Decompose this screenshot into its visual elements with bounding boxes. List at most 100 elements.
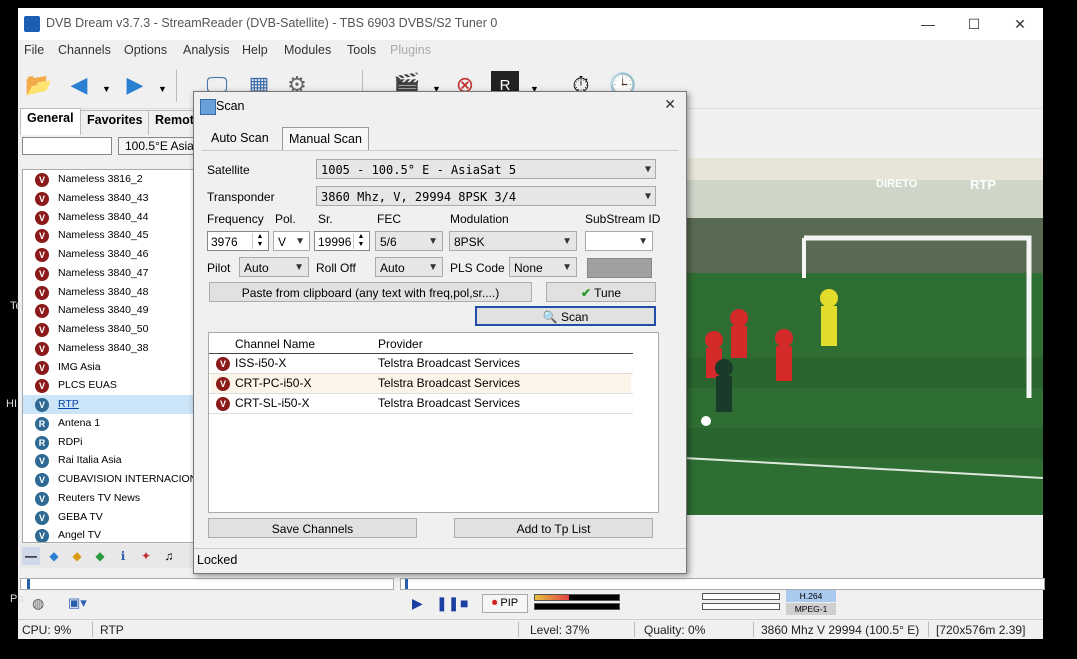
tab-auto-scan[interactable]: Auto Scan [205,127,275,149]
stop-icon[interactable]: ■ [460,595,468,611]
channel-list-item[interactable]: V Nameless 3840_46 [23,245,197,264]
tune-button[interactable]: ✔ Tune [546,282,656,302]
scan-result-row[interactable]: V CRT-SL-i50-X Telstra Broadcast Services [211,394,631,413]
diamond-orange-icon[interactable]: ◆ [68,547,86,565]
channel-list-item[interactable]: V Angel TV [23,526,197,542]
symbol-rate-stepper[interactable]: 19996 ▲ ▼ [314,231,370,251]
save-channels-button[interactable]: Save Channels [208,518,417,538]
seek-bar-left[interactable] [20,578,394,590]
menu-options[interactable]: Options [124,43,167,57]
channel-name: Nameless 3840_50 [58,323,149,335]
scan-dialog-close-button[interactable]: ✕ [664,96,676,113]
column-header-provider[interactable]: Provider [378,337,423,351]
music-icon[interactable]: ♫ [160,547,178,565]
channel-list[interactable]: V Nameless 3816_2 V Nameless 3840_43 V Namele… [22,169,198,543]
tab-favorites[interactable]: Favorites [80,110,150,135]
tv-channel-icon: V [35,341,49,356]
channel-list-item[interactable]: V Nameless 3840_43 [23,189,197,208]
info-icon[interactable]: ℹ [114,547,132,565]
pip-button[interactable]: ⏺ PIP [482,594,528,613]
modulation-select[interactable]: 8PSK ▼ [449,231,577,251]
scan-button[interactable]: 🔍 Scan [475,306,656,326]
seek-handle[interactable] [405,579,408,589]
channel-list-item[interactable]: V Nameless 3840_44 [23,208,197,227]
pls-value: None [514,261,543,275]
menu-tools[interactable]: Tools [347,43,376,57]
column-header-channel-name[interactable]: Channel Name [235,337,315,351]
pause-icon[interactable]: ❚❚ [436,595,459,612]
channel-list-item[interactable]: V Nameless 3840_45 [23,226,197,245]
stepper-arrows-icon[interactable]: ▲ ▼ [252,233,267,249]
channel-list-item[interactable]: V PLCS EUAS [23,376,197,395]
pls-value-field[interactable] [587,258,652,278]
channel-search-input[interactable] [22,137,112,155]
status-separator [92,622,93,637]
channel-name: Nameless 3840_48 [58,285,149,298]
substream-select[interactable]: ▼ [585,231,653,251]
paste-from-clipboard-button[interactable]: Paste from clipboard (any text with freq… [209,282,532,302]
rolloff-select[interactable]: Auto ▼ [375,257,443,277]
close-button[interactable]: ✕ [997,8,1043,40]
minimize-button[interactable]: — [905,8,951,40]
toolbar-separator [176,70,177,102]
collapse-icon[interactable]: — [22,547,40,565]
pls-code-select[interactable]: None ▼ [509,257,577,277]
back-icon[interactable]: ◀ [62,68,96,102]
tag-icon[interactable]: ✦ [137,547,155,565]
satellite-select[interactable]: 1005 - 100.5° E - AsiaSat 5 ▼ [316,159,656,179]
play-icon[interactable]: ▶ [412,595,423,612]
channel-list-item[interactable]: V GEBA TV [23,508,197,527]
channel-list-item[interactable]: R Antena 1 [23,414,197,433]
channel-list-item[interactable]: R RDPi [23,433,197,452]
menu-channels[interactable]: Channels [58,43,111,57]
menu-file[interactable]: File [24,43,44,57]
forward-dropdown-icon[interactable]: ▼ [158,84,167,94]
scan-result-row[interactable]: V CRT-PC-i50-X Telstra Broadcast Services [211,374,631,393]
stepper-arrows-icon[interactable]: ▲ ▼ [353,233,368,249]
polarization-select[interactable]: V ▼ [273,231,310,251]
menu-plugins[interactable]: Plugins [390,43,431,57]
menu-help[interactable]: Help [242,43,268,57]
channel-list-item[interactable]: V Reuters TV News [23,489,197,508]
back-dropdown-icon[interactable]: ▼ [102,84,111,94]
channel-name: Nameless 3840_47 [58,266,149,279]
rolloff-label: Roll Off [316,261,356,275]
channel-name: Nameless 3840_46 [58,248,149,260]
diamond-blue-icon[interactable]: ◆ [45,547,63,565]
tab-manual-scan[interactable]: Manual Scan [282,127,369,151]
background-text-fragment: Te [10,300,22,312]
frequency-stepper[interactable]: 3976 ▲ ▼ [207,231,269,251]
channel-list-item[interactable]: V Nameless 3816_2 [23,170,197,189]
channel-list-item[interactable]: V IMG Asia [23,358,197,377]
scan-results-list[interactable]: Channel Name Provider V ISS-i50-X Telstra … [208,332,659,513]
status-bar: CPU: 9% RTP Level: 37% Quality: 0% 3860 … [18,619,1043,639]
channel-list-item[interactable]: V RTP [23,395,197,414]
channel-list-item[interactable]: V Nameless 3840_38 [23,339,197,358]
seek-bar-right[interactable] [400,578,1045,590]
menu-modules[interactable]: Modules [284,43,331,57]
channel-list-item[interactable]: V Nameless 3840_48 [23,283,197,302]
channel-list-item[interactable]: V CUBAVISION INTERNACIONAL [23,470,197,489]
tab-general[interactable]: General [20,108,81,135]
channel-name: Reuters TV News [58,491,141,504]
maximize-button[interactable]: ☐ [951,8,997,40]
channel-list-item[interactable]: V Nameless 3840_49 [23,301,197,320]
add-to-tp-list-button[interactable]: Add to Tp List [454,518,653,538]
channel-list-item[interactable]: V Nameless 3840_50 [23,320,197,339]
pilot-select[interactable]: Auto ▼ [239,257,309,277]
display-mode-icon[interactable]: ▣▾ [68,595,87,611]
channel-name: Angel TV [58,529,101,542]
open-folder-icon[interactable]: 📂 [22,68,56,102]
forward-icon[interactable]: ▶ [118,68,152,102]
channel-list-item[interactable]: V Rai Italia Asia [23,451,197,470]
transponder-select[interactable]: 3860 Mhz, V, 29994 8PSK 3/4 ▼ [316,186,656,206]
menu-analysis[interactable]: Analysis [183,43,230,57]
disc-icon[interactable]: ◍ [32,595,44,612]
diamond-green-icon[interactable]: ◆ [91,547,109,565]
scan-result-row[interactable]: V ISS-i50-X Telstra Broadcast Services [211,354,631,373]
channel-list-item[interactable]: V Nameless 3840_47 [23,264,197,283]
fec-select[interactable]: 5/6 ▼ [375,231,443,251]
tv-channel-icon: V [35,529,49,542]
chevron-down-icon: ▼ [295,236,305,247]
seek-handle[interactable] [27,579,30,589]
